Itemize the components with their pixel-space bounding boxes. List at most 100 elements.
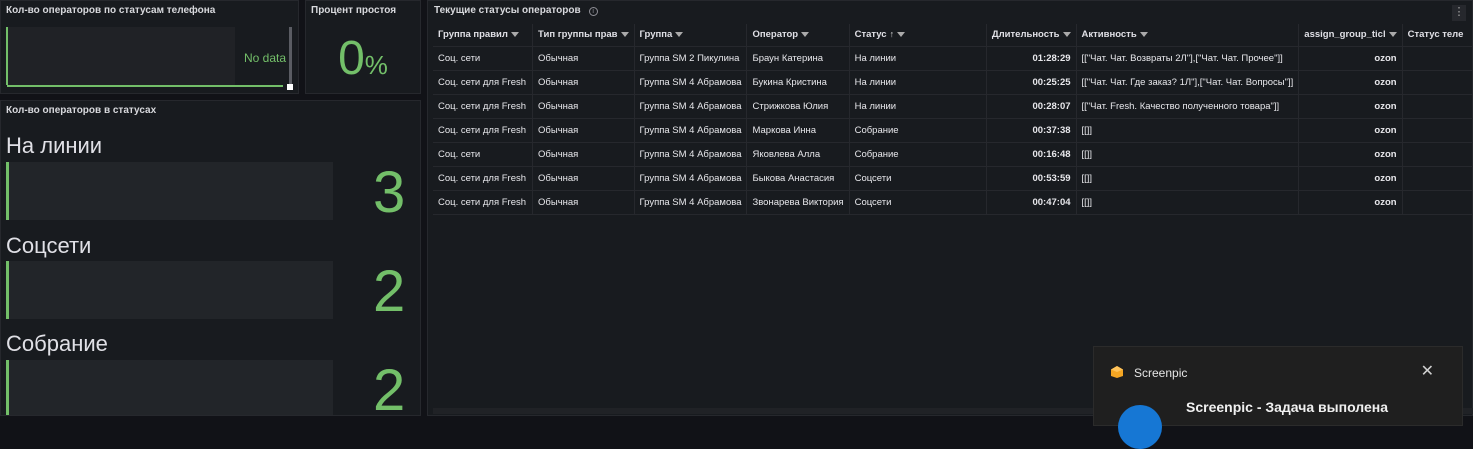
cell-duration: 01:28:29 (986, 46, 1077, 71)
cell-assign-group: ozon (1298, 190, 1403, 215)
chart-axis-left (6, 27, 8, 85)
table-header-row: Группа правил Тип группы прав Группа Опе… (433, 24, 1473, 47)
cell-operator: Яковлева Алла (746, 142, 850, 167)
status-value-meeting: 2 (373, 358, 406, 416)
cell-duration: 00:37:38 (986, 118, 1077, 143)
col-header-activity[interactable]: Активность (1076, 24, 1300, 47)
cell-activity: [["Чат. Чат. Где заказ? 1Л"],["Чат. Чат.… (1076, 70, 1300, 95)
status-label-online: На линии (6, 133, 103, 158)
app-avatar-icon (1118, 405, 1162, 449)
table-row[interactable]: Соц. сети Обычная Группа SM 2 Пикулина Б… (433, 46, 1473, 71)
idle-percent-value: 0% (306, 31, 420, 86)
cell-group-type: Обычная (532, 46, 635, 71)
sparkline-area (7, 27, 235, 85)
col-header-assign-group[interactable]: assign_group_ticl (1298, 24, 1403, 47)
filter-icon[interactable] (1139, 32, 1148, 38)
cell-rule-group: Соц. сети для Fresh (433, 190, 534, 215)
col-header-duration[interactable]: Длительность (986, 24, 1077, 47)
cell-phone-status (1402, 118, 1473, 143)
cell-status: Соцсети (849, 166, 987, 191)
cell-assign-group: ozon (1298, 118, 1403, 143)
cell-rule-group: Соц. сети для Fresh (433, 94, 534, 119)
cell-phone-status (1402, 70, 1473, 95)
col-header-group-type[interactable]: Тип группы прав (532, 24, 635, 47)
status-bar-social (6, 261, 333, 319)
filter-icon[interactable] (897, 32, 906, 38)
cell-rule-group: Соц. сети для Fresh (433, 166, 534, 191)
cell-group: Группа SM 4 Абрамова (634, 190, 748, 215)
cell-assign-group: ozon (1298, 94, 1403, 119)
idle-percent-unit: % (364, 50, 388, 80)
header-label: Длительность (991, 29, 1060, 41)
cell-activity: [[]] (1076, 166, 1300, 191)
col-header-phone-status[interactable]: Статус теле (1402, 24, 1473, 47)
cell-phone-status (1402, 142, 1473, 167)
cell-duration: 00:47:04 (986, 190, 1077, 215)
no-data-label: No data (244, 51, 287, 65)
panel-title: Процент простоя (311, 5, 397, 16)
cell-phone-status (1402, 46, 1473, 71)
cell-operator: Быкова Анастасия (746, 166, 850, 191)
scrollbar-handle[interactable] (287, 84, 293, 90)
cell-duration: 00:53:59 (986, 166, 1077, 191)
panel-title: Кол-во операторов в статусах (6, 105, 157, 116)
header-label: Статус теле (1407, 29, 1464, 41)
cell-activity: [[]] (1076, 190, 1300, 215)
info-icon[interactable]: i (588, 7, 598, 16)
status-counts-panel: Кол-во операторов в статусах На линии 3 … (0, 100, 421, 416)
toast-message: Screenpic - Задача выполена (1186, 399, 1389, 415)
cell-group: Группа SM 4 Абрамова (634, 70, 748, 95)
filter-icon[interactable] (1062, 32, 1071, 38)
status-label-meeting: Собрание (6, 331, 108, 356)
panel-menu-icon[interactable]: ⋮ (1452, 5, 1466, 21)
cell-assign-group: ozon (1298, 166, 1403, 191)
header-label: Тип группы прав (538, 29, 618, 41)
cell-assign-group: ozon (1298, 70, 1403, 95)
col-header-group[interactable]: Группа (634, 24, 748, 47)
col-header-status[interactable]: Статус ↑ (849, 24, 987, 47)
filter-icon[interactable] (1388, 32, 1397, 38)
cell-operator: Стрижкова Юлия (746, 94, 850, 119)
filter-icon[interactable] (510, 32, 519, 38)
cell-status: На линии (849, 70, 987, 95)
table-row[interactable]: Соц. сети для Fresh Обычная Группа SM 4 … (433, 190, 1473, 215)
close-icon[interactable]: ✕ (1421, 361, 1434, 381)
cell-rule-group: Соц. сети (433, 142, 534, 167)
status-bar-meeting (6, 360, 333, 415)
cell-rule-group: Соц. сети (433, 46, 534, 71)
cell-phone-status (1402, 190, 1473, 215)
filter-icon[interactable] (675, 32, 684, 38)
vertical-scrollbar[interactable] (289, 27, 292, 85)
table-row[interactable]: Соц. сети для Fresh Обычная Группа SM 4 … (433, 118, 1473, 143)
col-header-operator[interactable]: Оператор (746, 24, 850, 47)
cell-group: Группа SM 4 Абрамова (634, 166, 748, 191)
status-bar-online (6, 162, 333, 220)
cell-status: Соцсети (849, 190, 987, 215)
cell-assign-group: ozon (1298, 142, 1403, 167)
toast-notification[interactable]: Screenpic ✕ Screenpic - Задача выполена (1093, 346, 1463, 449)
toast-app-name: Screenpic (1134, 366, 1188, 380)
cell-group: Группа SM 4 Абрамова (634, 118, 748, 143)
cell-phone-status (1402, 94, 1473, 119)
filter-icon[interactable] (620, 32, 629, 38)
table-row[interactable]: Соц. сети Обычная Группа SM 4 Абрамова Я… (433, 142, 1473, 167)
cell-group-type: Обычная (532, 70, 635, 95)
idle-percent-number: 0 (338, 32, 365, 85)
sort-asc-icon[interactable]: ↑ (890, 29, 895, 39)
cell-duration: 00:28:07 (986, 94, 1077, 119)
header-label: Оператор (752, 29, 799, 41)
header-label: Активность (1081, 29, 1137, 41)
table-row[interactable]: Соц. сети для Fresh Обычная Группа SM 4 … (433, 94, 1473, 119)
table-row[interactable]: Соц. сети для Fresh Обычная Группа SM 4 … (433, 70, 1473, 95)
cell-operator: Маркова Инна (746, 118, 850, 143)
cell-status: Собрание (849, 118, 987, 143)
cell-group-type: Обычная (532, 190, 635, 215)
cell-phone-status (1402, 166, 1473, 191)
filter-icon[interactable] (801, 32, 810, 38)
table-row[interactable]: Соц. сети для Fresh Обычная Группа SM 4 … (433, 166, 1473, 191)
status-label-social: Соцсети (6, 233, 92, 258)
cell-status: Собрание (849, 142, 987, 167)
cell-group: Группа SM 4 Абрамова (634, 142, 748, 167)
header-label: Статус (854, 29, 887, 41)
col-header-rule-group[interactable]: Группа правил (433, 24, 534, 47)
